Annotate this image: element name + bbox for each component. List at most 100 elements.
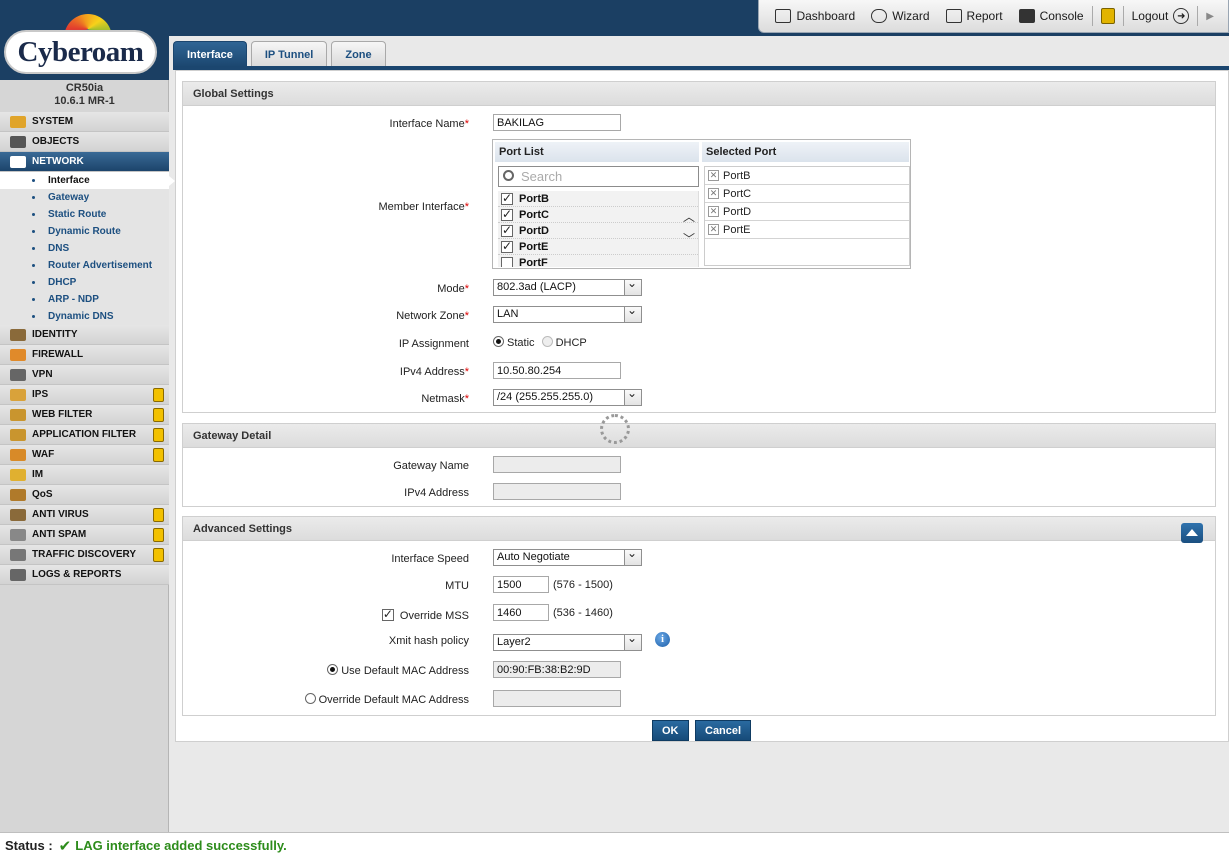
- ok-button[interactable]: OK: [652, 720, 689, 741]
- port-checkbox[interactable]: [501, 207, 513, 221]
- mode-value: 802.3ad (LACP): [497, 281, 576, 293]
- mode-label: Mode*: [437, 283, 469, 295]
- netmask-select[interactable]: /24 (255.255.255.0): [493, 387, 642, 406]
- port-list-item[interactable]: PortB: [498, 191, 698, 207]
- submenu-router-advertisement[interactable]: Router Advertisement: [0, 257, 169, 274]
- menu-application-filter[interactable]: APPLICATION FILTER: [0, 425, 169, 445]
- ip-assignment-row: IP Assignment Static DHCP: [183, 334, 1217, 354]
- dhcp-radio[interactable]: [541, 336, 553, 347]
- menu-traffic-discovery[interactable]: TRAFFIC DISCOVERY: [0, 545, 169, 565]
- expand-button[interactable]: ▶: [1198, 0, 1222, 32]
- lock-icon: [153, 408, 164, 422]
- dashboard-link[interactable]: Dashboard: [767, 0, 863, 32]
- submenu-interface[interactable]: Interface: [0, 172, 175, 189]
- menu-label: TRAFFIC DISCOVERY: [32, 549, 137, 560]
- wizard-label: Wizard: [892, 9, 930, 23]
- menu-waf[interactable]: WAF: [0, 445, 169, 465]
- port-checkbox[interactable]: [501, 256, 513, 267]
- port-checkbox[interactable]: [501, 191, 513, 205]
- xmit-hash-select[interactable]: Layer2: [493, 632, 642, 651]
- override-mss-label: Override MSS: [381, 607, 469, 622]
- mtu-label: MTU: [445, 580, 469, 592]
- menu-qos[interactable]: QoS: [0, 485, 169, 505]
- wizard-link[interactable]: Wizard: [863, 0, 937, 32]
- override-mac-input[interactable]: [493, 690, 621, 707]
- remove-icon[interactable]: ✕: [708, 206, 719, 217]
- menu-label: LOGS & REPORTS: [32, 569, 122, 580]
- port-checkbox[interactable]: [501, 223, 513, 237]
- menu-anti-virus[interactable]: ANTI VIRUS: [0, 505, 169, 525]
- menu-logs-reports[interactable]: LOGS & REPORTS: [0, 565, 169, 585]
- port-search-input[interactable]: Search: [498, 166, 699, 187]
- logo-area: Cyberoam: [0, 0, 169, 80]
- tab-interface[interactable]: Interface: [173, 41, 247, 67]
- menu-anti-spam[interactable]: ANTI SPAM: [0, 525, 169, 545]
- default-mac-radio[interactable]: [327, 664, 339, 675]
- port-list-scroller[interactable]: ︿ ﹀: [682, 206, 696, 254]
- logout-link[interactable]: Logout ➜: [1124, 0, 1198, 32]
- menu-identity[interactable]: IDENTITY: [0, 325, 169, 345]
- menu-label: ANTI SPAM: [32, 529, 87, 540]
- interface-name-label: Interface Name*: [389, 118, 469, 130]
- menu-vpn[interactable]: VPN: [0, 365, 169, 385]
- label-text: Network Zone: [396, 310, 465, 322]
- remove-icon[interactable]: ✕: [708, 170, 719, 181]
- network-zone-select[interactable]: LAN: [493, 304, 642, 323]
- search-placeholder: Search: [521, 169, 563, 184]
- submenu-dynamic-route[interactable]: Dynamic Route: [0, 223, 169, 240]
- menu-network[interactable]: NETWORK: [0, 152, 169, 172]
- top-nav: Dashboard Wizard Report Console Logout ➜ …: [758, 0, 1229, 33]
- cancel-button[interactable]: Cancel: [695, 720, 752, 741]
- submenu-dhcp[interactable]: DHCP: [0, 274, 169, 291]
- chevron-up-icon[interactable]: ︿: [682, 206, 696, 228]
- menu-firewall[interactable]: FIREWALL: [0, 345, 169, 365]
- gateway-detail-section: Gateway Detail Gateway Name IPv4 Address: [182, 423, 1216, 507]
- console-link[interactable]: Console: [1011, 0, 1092, 32]
- override-mac-label: Override Default MAC Address: [304, 693, 469, 706]
- lock-button[interactable]: [1093, 0, 1123, 32]
- submenu-static-route[interactable]: Static Route: [0, 206, 169, 223]
- submenu-arp-ndp[interactable]: ARP - NDP: [0, 291, 169, 308]
- gateway-name-input[interactable]: [493, 456, 621, 473]
- port-list-item[interactable]: PortE: [498, 239, 698, 255]
- report-link[interactable]: Report: [938, 0, 1011, 32]
- interface-speed-select[interactable]: Auto Negotiate: [493, 547, 642, 566]
- menu-web-filter[interactable]: WEB FILTER: [0, 405, 169, 425]
- port-list: PortB PortC PortD PortE PortF: [498, 191, 699, 267]
- port-list-item[interactable]: PortF: [498, 255, 698, 267]
- submenu-label: Router Advertisement: [48, 260, 153, 271]
- sidebar: Cyberoam CR50ia 10.6.1 MR-1 SYSTEM OBJEC…: [0, 0, 175, 832]
- submenu-dynamic-dns[interactable]: Dynamic DNS: [0, 308, 169, 325]
- remove-icon[interactable]: ✕: [708, 188, 719, 199]
- mss-input[interactable]: [493, 604, 549, 621]
- mss-hint: (536 - 1460): [553, 607, 613, 619]
- remove-icon[interactable]: ✕: [708, 224, 719, 235]
- menu-label: ANTI VIRUS: [32, 509, 89, 520]
- submenu-dns[interactable]: DNS: [0, 240, 169, 257]
- interface-name-input[interactable]: [493, 114, 621, 131]
- gateway-ipv4-input[interactable]: [493, 483, 621, 500]
- lock-icon: [153, 508, 164, 522]
- info-icon[interactable]: i: [655, 632, 670, 647]
- port-checkbox[interactable]: [501, 239, 513, 253]
- static-radio[interactable]: [493, 336, 504, 347]
- tab-zone[interactable]: Zone: [331, 41, 386, 67]
- submenu-gateway[interactable]: Gateway: [0, 189, 169, 206]
- chevron-down-icon[interactable]: ﹀: [682, 228, 696, 250]
- network-icon: [10, 155, 26, 168]
- mode-select[interactable]: 802.3ad (LACP): [493, 277, 642, 296]
- menu-ips[interactable]: IPS: [0, 385, 169, 405]
- override-mac-radio[interactable]: [304, 693, 316, 704]
- override-mss-checkbox[interactable]: [381, 607, 394, 621]
- port-list-item[interactable]: PortC: [498, 207, 698, 223]
- firewall-icon: [10, 348, 26, 361]
- menu-system[interactable]: SYSTEM: [0, 112, 169, 132]
- menu-objects[interactable]: OBJECTS: [0, 132, 169, 152]
- ipv4-address-input[interactable]: [493, 362, 621, 379]
- collapse-up-button[interactable]: [1181, 523, 1203, 543]
- port-list-item[interactable]: PortD: [498, 223, 698, 239]
- tab-ip-tunnel[interactable]: IP Tunnel: [250, 41, 328, 67]
- label-text: Override Default MAC Address: [318, 694, 469, 706]
- menu-im[interactable]: IM: [0, 465, 169, 485]
- mtu-input[interactable]: [493, 576, 549, 593]
